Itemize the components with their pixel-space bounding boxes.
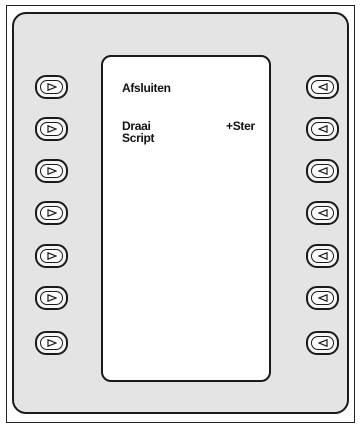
triangle-left-icon — [317, 167, 328, 175]
triangle-right-icon — [46, 83, 57, 91]
softkey-right-6[interactable] — [306, 286, 339, 310]
softkey-left-5[interactable] — [35, 244, 68, 268]
softkey-left-6[interactable] — [35, 286, 68, 310]
triangle-left-icon — [317, 209, 328, 217]
menu-item-script: Script — [122, 131, 155, 145]
softkey-left-7[interactable] — [35, 331, 68, 355]
menu-item-afsluiten: Afsluiten — [122, 81, 171, 95]
triangle-right-icon — [46, 339, 57, 347]
triangle-left-icon — [317, 252, 328, 260]
triangle-right-icon — [46, 167, 57, 175]
softkey-left-1[interactable] — [35, 75, 68, 99]
softkey-right-5[interactable] — [306, 244, 339, 268]
softkey-left-4[interactable] — [35, 201, 68, 225]
menu-item-ster: +Ster — [226, 119, 255, 133]
triangle-left-icon — [317, 339, 328, 347]
softkey-right-3[interactable] — [306, 159, 339, 183]
triangle-right-icon — [46, 125, 57, 133]
triangle-right-icon — [46, 294, 57, 302]
softkey-right-7[interactable] — [306, 331, 339, 355]
softkey-left-3[interactable] — [35, 159, 68, 183]
triangle-left-icon — [317, 125, 328, 133]
triangle-left-icon — [317, 83, 328, 91]
softkey-left-2[interactable] — [35, 117, 68, 141]
display-screen: Afsluiten Draai +Ster Script — [101, 55, 271, 382]
softkey-right-4[interactable] — [306, 201, 339, 225]
triangle-right-icon — [46, 252, 57, 260]
triangle-left-icon — [317, 294, 328, 302]
triangle-right-icon — [46, 209, 57, 217]
softkey-right-1[interactable] — [306, 75, 339, 99]
softkey-right-2[interactable] — [306, 117, 339, 141]
